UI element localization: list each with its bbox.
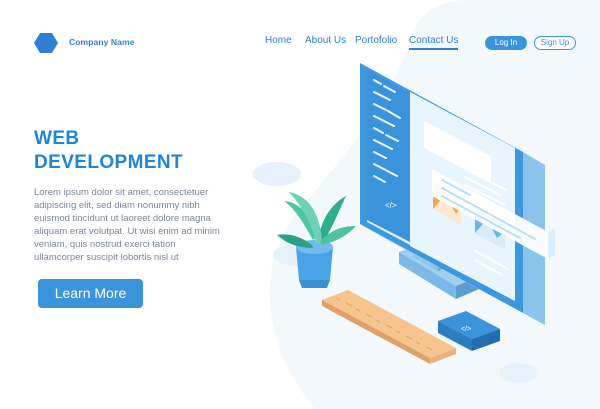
- code-symbol: </>: [385, 201, 397, 210]
- nav-contact-us-link[interactable]: Contact Us: [409, 35, 459, 50]
- login-button[interactable]: Log In: [485, 36, 527, 50]
- computer-monitor-icon: </>: [360, 63, 555, 325]
- nav-home-link[interactable]: Home: [265, 35, 292, 46]
- learn-more-button[interactable]: Learn More: [38, 279, 143, 308]
- ruler-icon: [322, 290, 456, 364]
- nav-portofolio-link[interactable]: Portofolio: [355, 35, 397, 46]
- signup-button[interactable]: Sign Up: [534, 36, 576, 50]
- plant-pot-icon: [277, 192, 356, 288]
- hero-title-line-2: DEVELOPMENT: [34, 152, 184, 173]
- hero-section: WEB DEVELOPMENT Lorem ipsum dolor sit am…: [34, 127, 274, 264]
- code-key-symbol: </>: [461, 326, 471, 333]
- hero-description: Lorem ipsum dolor sit amet, consectetuer…: [34, 187, 220, 263]
- nav-about-us-link[interactable]: About Us: [305, 35, 346, 46]
- top-header: Company Name Home About Us Portofolio Co…: [0, 0, 600, 80]
- hero-title-line-1: WEB: [34, 128, 80, 149]
- hexagon-logo-icon[interactable]: [34, 31, 58, 55]
- company-name: Company Name: [69, 37, 135, 47]
- hero-title: WEB DEVELOPMENT: [34, 127, 274, 175]
